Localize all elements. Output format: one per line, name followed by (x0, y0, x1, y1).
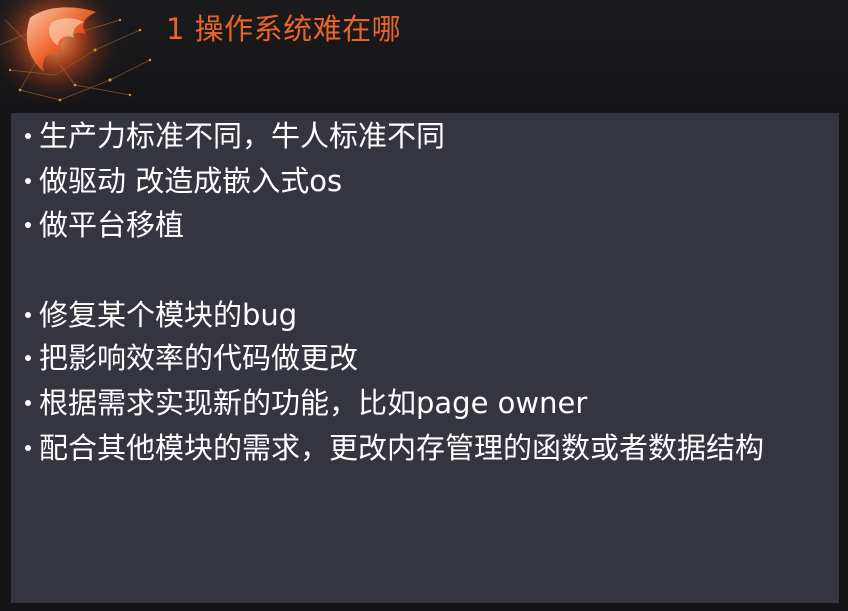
bullet-dot-icon (25, 400, 31, 406)
bullet-item: 修复某个模块的bug (11, 297, 821, 333)
bullet-text: 把影响效率的代码做更改 (39, 341, 359, 375)
bullet-item: 生产力标准不同，牛人标准不同 (11, 118, 821, 154)
bullet-item: 做驱动 改造成嵌入式os (11, 163, 821, 199)
bullet-dot-icon (25, 355, 31, 361)
slide: 1 操作系统难在哪 生产力标准不同，牛人标准不同 做驱动 改造成嵌入式os 做平… (0, 0, 848, 611)
bullet-text: 做平台移植 (39, 208, 185, 242)
bullet-dot-icon (25, 133, 31, 139)
slide-title: 1 操作系统难在哪 (166, 12, 402, 46)
bullet-item: 根据需求实现新的功能，比如page owner (11, 385, 821, 421)
bullet-item: 配合其他模块的需求，更改内存管理的函数或者数据结构 (11, 430, 821, 466)
bullet-item: 做平台移植 (11, 207, 821, 243)
bullet-text: 生产力标准不同，牛人标准不同 (39, 119, 446, 153)
bullet-dot-icon (25, 222, 31, 228)
content-panel: 生产力标准不同，牛人标准不同 做驱动 改造成嵌入式os 做平台移植 修复某个模块… (11, 113, 839, 603)
slide-header: 1 操作系统难在哪 (0, 0, 848, 112)
bullet-dot-icon (25, 445, 31, 451)
bullet-dot-icon (25, 312, 31, 318)
bullet-text: 配合其他模块的需求，更改内存管理的函数或者数据结构 (39, 431, 765, 465)
bullet-dot-icon (25, 178, 31, 184)
bullet-text: 做驱动 改造成嵌入式os (39, 164, 343, 198)
bullet-item: 把影响效率的代码做更改 (11, 340, 821, 376)
bullet-text: 修复某个模块的bug (39, 298, 298, 332)
flame-orb-logo-icon (0, 0, 170, 112)
bullet-text: 根据需求实现新的功能，比如page owner (39, 386, 588, 420)
